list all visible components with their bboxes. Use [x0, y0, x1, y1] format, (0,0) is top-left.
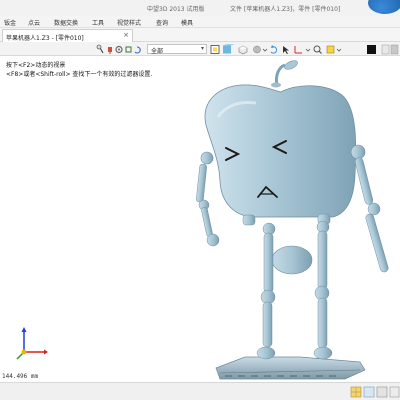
- status-bar: [0, 382, 400, 400]
- title-bar: 中望3D 2013 试用版 文件 [苹果机器人1.Z3]，零件 [零件010]: [0, 0, 400, 16]
- menu-item-pointcloud[interactable]: 点云: [28, 18, 40, 27]
- pin-icon[interactable]: [96, 44, 104, 54]
- refresh-icon[interactable]: [134, 46, 141, 54]
- status-bar-icons: [350, 386, 400, 398]
- document-tab-bar: 苹果机器人1.Z3 - [零件010] ×: [0, 28, 400, 42]
- document-tab[interactable]: 苹果机器人1.Z3 - [零件010] ×: [2, 29, 133, 42]
- dimension-icon[interactable]: [294, 46, 311, 54]
- view-cube-icon[interactable]: [238, 45, 248, 55]
- close-icon[interactable]: ×: [123, 32, 129, 39]
- document-tab-label: 苹果机器人1.Z3 - [零件010]: [6, 35, 84, 42]
- pelvis: [242, 213, 331, 275]
- app-title: 中望3D 2013 试用版: [147, 6, 205, 13]
- menu-item-query[interactable]: 查询: [156, 18, 168, 27]
- layer-icon[interactable]: [376, 386, 388, 398]
- 3d-viewport[interactable]: 按下<F2>动态的视景 <F8>或者<Shift-roll> 查找下一个有效的过…: [0, 57, 400, 382]
- stem-and-leaf: [271, 60, 298, 88]
- left-arm: [196, 151, 220, 247]
- right-arm: [350, 144, 389, 273]
- distance-readout: 144.496 mm: [2, 373, 39, 380]
- selection-filter-dropdown[interactable]: 全部 ▾: [147, 44, 207, 55]
- chevron-down-icon: ▾: [200, 45, 204, 52]
- menu-item-sheetmetal[interactable]: 钣金: [4, 18, 16, 27]
- menu-item-visual-style[interactable]: 视觉样式: [117, 18, 141, 27]
- axis-triad: [16, 327, 48, 360]
- color-black-icon[interactable]: [367, 45, 376, 54]
- right-leg: [313, 220, 333, 360]
- output-icon[interactable]: [389, 386, 400, 398]
- apple-robot-model[interactable]: [0, 57, 400, 382]
- color-swatch-icon[interactable]: [381, 44, 399, 55]
- filter-value: 全部: [151, 48, 164, 55]
- grid-icon[interactable]: [350, 386, 362, 398]
- toolbar: 全部 ▾: [0, 42, 400, 56]
- menu-item-data-exchange[interactable]: 数据交换: [54, 18, 78, 27]
- arrow-icon[interactable]: [283, 46, 289, 54]
- toolbar-right-icons: [210, 44, 399, 55]
- paint-icon[interactable]: [108, 47, 112, 54]
- rotate-icon[interactable]: [270, 45, 278, 54]
- base-plate: [215, 356, 366, 380]
- shaded-view-icon[interactable]: [223, 44, 235, 54]
- link-icon[interactable]: [125, 46, 132, 53]
- selection-icon[interactable]: [326, 45, 342, 54]
- display-mode-icon[interactable]: [253, 45, 268, 54]
- menu-item-tools[interactable]: 工具: [92, 18, 104, 27]
- settings-icon[interactable]: [115, 45, 123, 54]
- app-logo-icon: [368, 0, 400, 14]
- left-leg: [256, 222, 276, 360]
- snap-icon[interactable]: [363, 386, 375, 398]
- frame-icon[interactable]: [210, 45, 220, 54]
- menu-item-mold[interactable]: 模具: [181, 18, 193, 27]
- toolbar-left-icons: [96, 44, 141, 54]
- document-info: 文件 [苹果机器人1.Z3]，零件 [零件010]: [230, 6, 341, 13]
- zoom-icon[interactable]: [313, 45, 322, 54]
- menu-bar: 钣金 点云 数据交换 工具 视觉样式 查询 模具: [0, 16, 400, 28]
